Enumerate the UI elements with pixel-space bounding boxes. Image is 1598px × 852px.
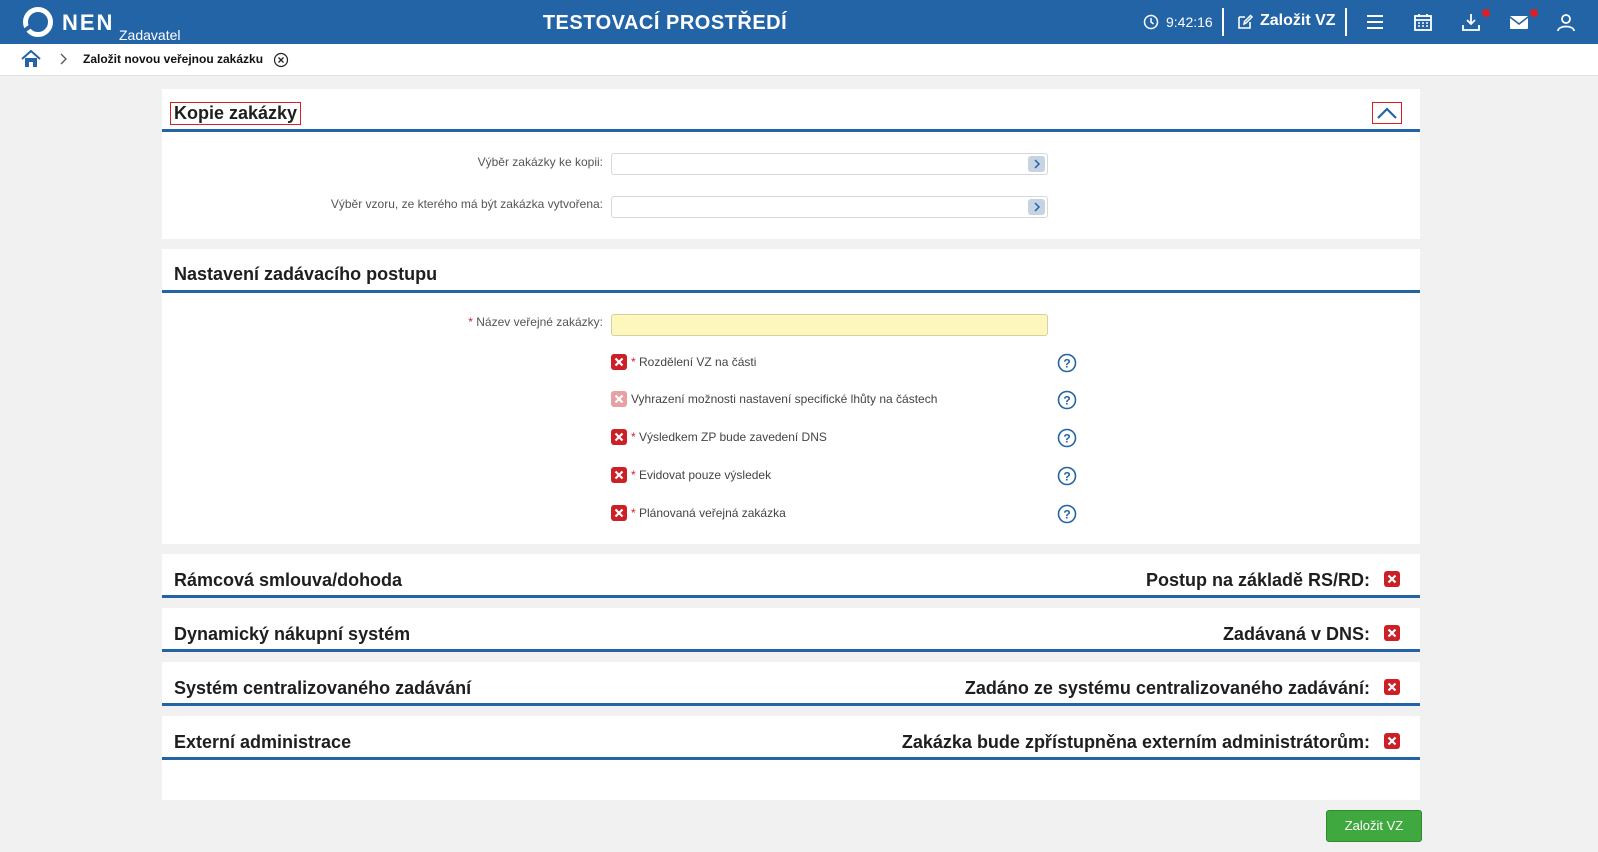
clock-icon [1143,14,1159,30]
section-header: Dynamický nákupní systém Zadávaná v DNS: [162,608,1420,652]
procedure-section: Nastavení zadávacího postupu * Název veř… [162,249,1420,544]
breadcrumb: Založit novou veřejnou zakázku [0,44,1598,76]
checkbox-centralized-procurement[interactable] [1384,679,1400,695]
section-title: Systém centralizovaného zadávání [174,678,472,698]
svg-text:?: ? [1063,357,1070,371]
lookup-button[interactable] [1028,199,1045,215]
collapse-button[interactable] [1372,102,1402,124]
section-title: Dynamický nákupní systém [174,624,411,644]
user-icon[interactable] [1556,12,1576,32]
close-icon [1387,574,1397,584]
download-notification-dot [1482,9,1490,17]
svg-text:?: ? [1063,508,1070,522]
framework-agreement-section: Rámcová smlouva/dohoda Postup na základě… [162,554,1420,598]
section-header: Externí administrace Zakázka bude zpříst… [162,716,1420,760]
help-icon[interactable]: ? [1057,466,1077,486]
checkbox-external-administration[interactable] [1384,733,1400,749]
create-vz-button[interactable]: Založit VZ [1326,810,1422,842]
environment-title: TESTOVACÍ PROSTŘEDÍ [542,12,788,34]
checkbox-framework-agreement[interactable] [1384,571,1400,587]
edit-icon[interactable] [1236,13,1254,31]
copy-section-title[interactable]: Kopie zakázky [170,102,302,125]
close-icon [1387,736,1397,746]
checkbox-label: Vyhrazení možnosti nastavení specifické … [631,392,938,406]
new-vz-button[interactable]: Založit VZ [1260,12,1336,30]
checkbox-split-into-parts[interactable] [611,354,627,370]
copy-section: Kopie zakázky Výběr zakázky ke kopii: Vý… [162,89,1420,239]
header-divider [1222,8,1224,36]
procedure-section-header: Nastavení zadávacího postupu [162,249,1420,293]
mail-icon[interactable] [1509,12,1529,32]
close-icon [614,470,624,480]
chevron-right-icon [60,53,67,65]
template-source-label: Výběr vzoru, ze kterého má být zakázka v… [330,197,603,211]
section-toggle-label: Postup na základě RS/RD: [1145,570,1370,590]
copy-section-header: Kopie zakázky [162,89,1420,132]
close-icon [614,357,624,367]
close-tab-icon[interactable] [273,52,289,68]
checkbox-label: * Evidovat pouze výsledek [631,468,772,482]
checkbox-specific-deadlines [611,391,627,407]
section-toggle-label: Zadávaná v DNS: [1222,624,1370,644]
section-toggle-label: Zakázka bude zpřístupněna externím admin… [901,732,1370,752]
close-icon [614,394,624,404]
mail-notification-dot [1530,9,1538,17]
section-header: Systém centralizovaného zadávání Zadáno … [162,662,1420,706]
required-marker: * [468,315,473,329]
section-title: Rámcová smlouva/dohoda [174,570,403,590]
checkbox-dns[interactable] [1384,625,1400,641]
download-icon[interactable] [1461,12,1481,32]
svg-text:?: ? [1063,394,1070,408]
close-icon [614,508,624,518]
help-icon[interactable]: ? [1057,428,1077,448]
lookup-button[interactable] [1028,156,1045,172]
checkbox-label: * Plánovaná veřejná zakázka [631,506,786,520]
top-bar: NEN Zadavatel TESTOVACÍ PROSTŘEDÍ 9:42:1… [0,0,1598,44]
copy-source-label: Výběr zakázky ke kopii: [477,155,603,169]
checkbox-label: * Rozdělení VZ na části [631,355,757,369]
contract-name-label: * Název veřejné zakázky: [468,315,603,329]
chevron-up-icon [1377,107,1397,119]
close-icon [1387,628,1397,638]
dns-section: Dynamický nákupní systém Zadávaná v DNS: [162,608,1420,652]
centralized-procurement-section: Systém centralizovaného zadávání Zadáno … [162,662,1420,706]
checkbox-record-result-only[interactable] [611,467,627,483]
checkbox-planned-contract[interactable] [611,505,627,521]
calendar-icon[interactable] [1413,12,1433,32]
close-icon [614,432,624,442]
home-icon[interactable] [21,50,41,68]
checkbox-dns-result[interactable] [611,429,627,445]
help-icon[interactable]: ? [1057,504,1077,524]
copy-source-lookup[interactable] [611,153,1048,175]
menu-icon[interactable] [1365,12,1385,32]
procedure-section-title: Nastavení zadávacího postupu [174,264,438,284]
section-header: Rámcová smlouva/dohoda Postup na základě… [162,554,1420,598]
external-administration-section: Externí administrace Zakázka bude zpříst… [162,716,1420,800]
close-icon [1387,682,1397,692]
session-time: 9:42:16 [1166,14,1213,30]
help-icon[interactable]: ? [1057,353,1077,373]
template-source-lookup[interactable] [611,196,1048,218]
chevron-right-icon [1034,202,1041,212]
help-icon[interactable]: ? [1057,390,1077,410]
chevron-right-icon [1034,159,1041,169]
section-title: Externí administrace [174,732,352,752]
checkbox-label: * Výsledkem ZP bude zavedení DNS [631,430,827,444]
breadcrumb-current-page[interactable]: Založit novou veřejnou zakázku [83,52,263,66]
section-toggle-label: Zadáno ze systému centralizovaného zadáv… [964,678,1370,698]
contract-name-input[interactable] [611,314,1048,336]
svg-text:?: ? [1063,432,1070,446]
header-divider [1345,8,1347,36]
svg-text:?: ? [1063,470,1070,484]
